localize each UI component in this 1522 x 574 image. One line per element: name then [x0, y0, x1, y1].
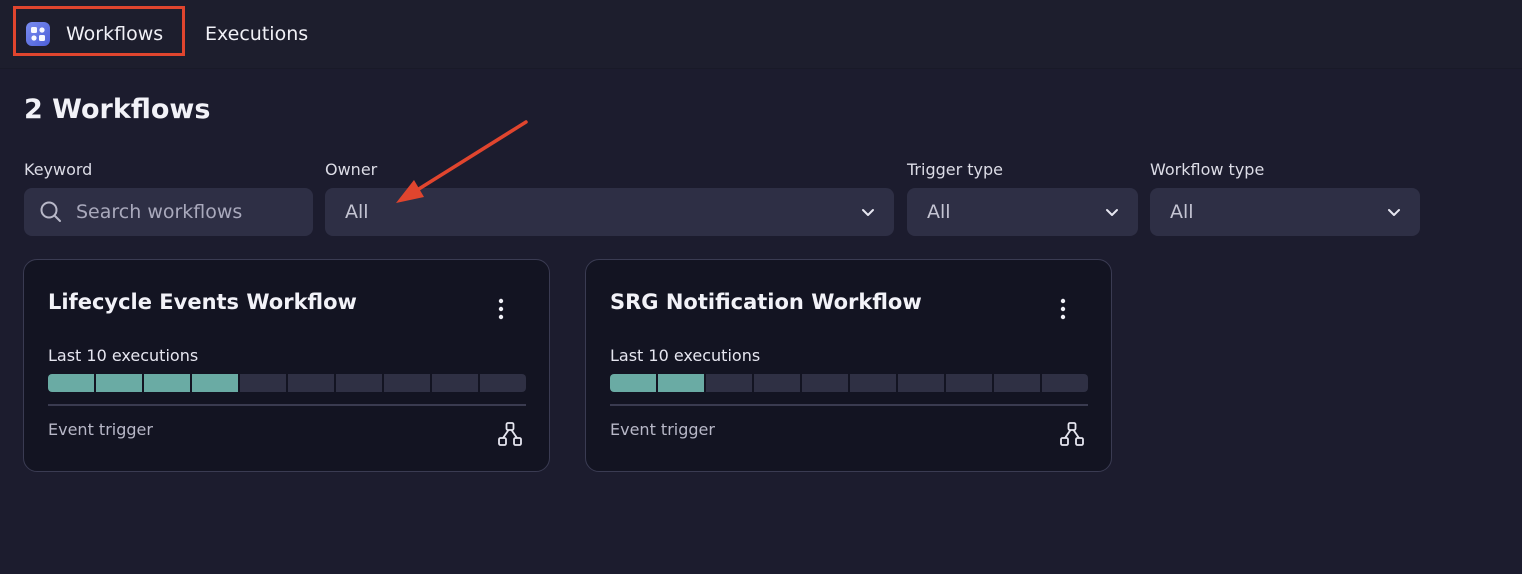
- trigger-type-text: Event trigger: [48, 420, 153, 439]
- execution-empty-segment: [994, 374, 1040, 392]
- execution-empty-segment: [1042, 374, 1088, 392]
- trigger-type-select[interactable]: All: [907, 188, 1138, 236]
- card-divider: [48, 404, 526, 406]
- execution-success-segment: [96, 374, 142, 392]
- search-placeholder: Search workflows: [76, 201, 243, 223]
- card-divider: [610, 404, 1088, 406]
- execution-empty-segment: [802, 374, 848, 392]
- executions-bar: [610, 374, 1088, 392]
- workflow-type-select[interactable]: All: [1150, 188, 1420, 236]
- workflows-app-icon: [26, 22, 50, 46]
- execution-empty-segment: [240, 374, 286, 392]
- workflow-card-title[interactable]: SRG Notification Workflow: [610, 290, 922, 314]
- execution-empty-segment: [336, 374, 382, 392]
- chevron-down-icon: [862, 209, 874, 216]
- tab-workflows[interactable]: Workflows: [26, 0, 163, 68]
- execution-success-segment: [144, 374, 190, 392]
- execution-success-segment: [48, 374, 94, 392]
- executions-label: Last 10 executions: [610, 346, 761, 365]
- keyword-label: Keyword: [24, 160, 93, 179]
- tab-workflows-label: Workflows: [66, 23, 164, 45]
- chevron-down-icon: [1106, 209, 1118, 216]
- trigger-type-select-value: All: [927, 201, 951, 223]
- execution-empty-segment: [754, 374, 800, 392]
- workflow-card[interactable]: Lifecycle Events Workflow Last 10 execut…: [23, 259, 550, 472]
- owner-label: Owner: [325, 160, 378, 179]
- execution-empty-segment: [384, 374, 430, 392]
- execution-empty-segment: [706, 374, 752, 392]
- workflow-type-label: Workflow type: [1150, 160, 1265, 179]
- search-input[interactable]: Search workflows: [24, 188, 313, 236]
- executions-bar: [48, 374, 526, 392]
- trigger-type-label: Trigger type: [907, 160, 1004, 179]
- more-vertical-icon[interactable]: [1053, 296, 1073, 322]
- workflow-diagram-icon: [1060, 422, 1084, 446]
- tab-executions[interactable]: Executions: [205, 0, 308, 68]
- execution-success-segment: [610, 374, 656, 392]
- workflow-diagram-icon: [498, 422, 522, 446]
- execution-empty-segment: [480, 374, 526, 392]
- execution-empty-segment: [946, 374, 992, 392]
- workflow-type-select-value: All: [1170, 201, 1194, 223]
- workflow-card-title[interactable]: Lifecycle Events Workflow: [48, 290, 357, 314]
- chevron-down-icon: [1388, 209, 1400, 216]
- execution-empty-segment: [850, 374, 896, 392]
- more-vertical-icon[interactable]: [491, 296, 511, 322]
- page-title: 2 Workflows: [24, 94, 211, 125]
- execution-empty-segment: [288, 374, 334, 392]
- execution-empty-segment: [432, 374, 478, 392]
- owner-select-value: All: [345, 201, 369, 223]
- workflow-card[interactable]: SRG Notification Workflow Last 10 execut…: [585, 259, 1112, 472]
- execution-success-segment: [658, 374, 704, 392]
- trigger-type-text: Event trigger: [610, 420, 715, 439]
- owner-select[interactable]: All: [325, 188, 894, 236]
- tab-executions-label: Executions: [205, 23, 309, 45]
- executions-label: Last 10 executions: [48, 346, 199, 365]
- search-icon: [40, 201, 61, 222]
- execution-empty-segment: [898, 374, 944, 392]
- execution-success-segment: [192, 374, 238, 392]
- top-navigation-bar: Workflows Executions: [0, 0, 1522, 69]
